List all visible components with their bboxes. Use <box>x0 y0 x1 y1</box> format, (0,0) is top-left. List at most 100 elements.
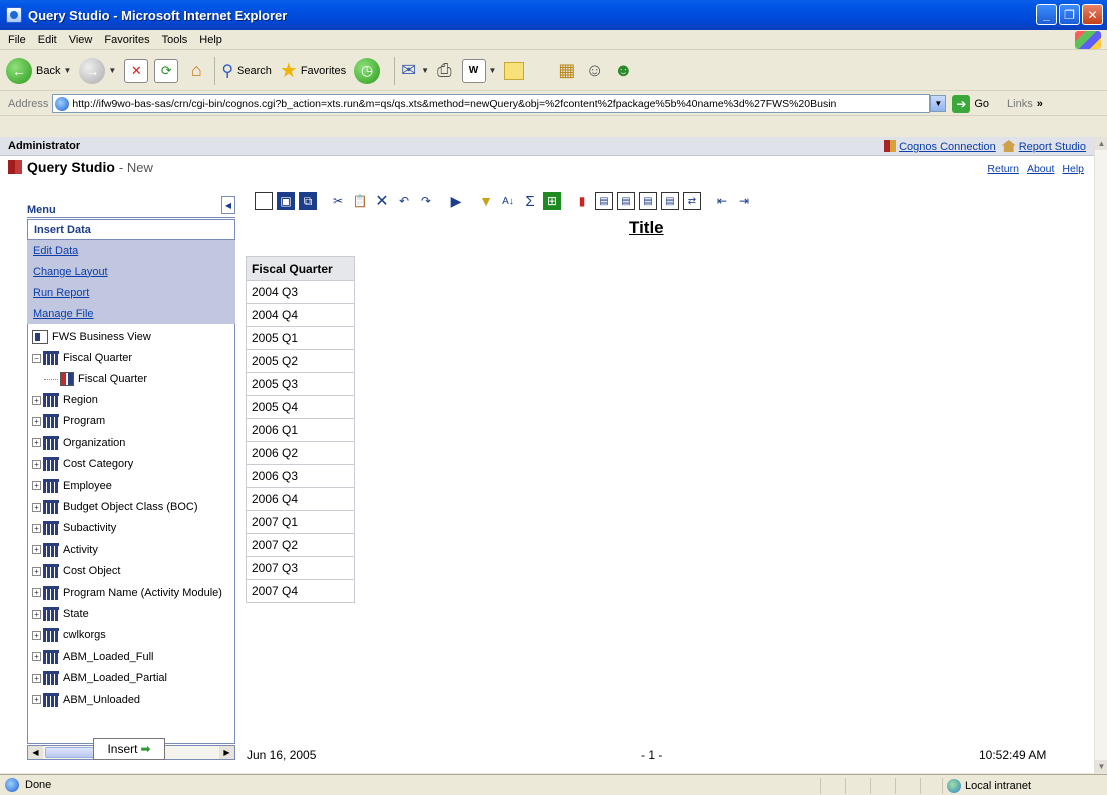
tree-root[interactable]: FWS Business View <box>32 327 151 347</box>
chart-icon[interactable]: ▮ <box>573 192 591 210</box>
address-input[interactable]: http://ifw9wo-bas-sas/crn/cgi-bin/cognos… <box>52 94 931 113</box>
tree-item-fiscal-quarter-level[interactable]: Fiscal Quarter <box>44 369 147 389</box>
refresh-icon[interactable]: ⟳ <box>154 58 179 83</box>
window-title-bar[interactable]: Query Studio - Microsoft Internet Explor… <box>0 0 1107 30</box>
chevron-right-icon[interactable]: » <box>1037 98 1043 110</box>
table-cell[interactable]: 2007 Q2 <box>246 533 355 557</box>
scroll-down-icon[interactable]: ▼ <box>1095 760 1107 773</box>
calculate-icon[interactable]: ⊞ <box>543 192 561 210</box>
expand-icon[interactable]: + <box>32 481 41 491</box>
about-link[interactable]: About <box>1027 163 1054 175</box>
tree-item[interactable]: + Program Name (Activity Module) <box>32 583 222 603</box>
report-studio-link[interactable]: Report Studio <box>1001 140 1086 153</box>
table-cell[interactable]: 2007 Q1 <box>246 510 355 534</box>
tree-item[interactable]: + Program <box>32 411 105 431</box>
scroll-left-icon[interactable]: ◀ <box>28 746 43 759</box>
column-header-fiscal-quarter[interactable]: Fiscal Quarter <box>246 256 355 281</box>
tree-item[interactable]: + Cost Object <box>32 561 120 581</box>
undo-icon[interactable]: ↶ <box>395 192 413 210</box>
expand-icon[interactable]: + <box>32 566 41 576</box>
edit-word-icon[interactable]: W <box>461 58 486 83</box>
print-icon[interactable]: ⎙ <box>437 60 451 81</box>
table-cell[interactable]: 2005 Q1 <box>246 326 355 350</box>
save-as-icon[interactable]: ⧉ <box>299 192 317 210</box>
table-cell[interactable]: 2005 Q2 <box>246 349 355 373</box>
summarize-icon[interactable]: Σ <box>521 192 539 210</box>
menu-favorites[interactable]: Favorites <box>104 34 149 46</box>
expand-icon[interactable]: + <box>32 630 41 640</box>
expand-icon[interactable]: + <box>32 502 41 512</box>
save-icon[interactable]: ▣ <box>277 192 295 210</box>
pivot-icon[interactable]: ⇄ <box>683 192 701 210</box>
table-cell[interactable]: 2006 Q2 <box>246 441 355 465</box>
tree-item[interactable]: + ABM_Loaded_Full <box>32 647 154 667</box>
tree-item[interactable]: + ABM_Unloaded <box>32 690 140 710</box>
expand-icon[interactable]: + <box>32 545 41 555</box>
tree-item[interactable]: + ABM_Loaded_Partial <box>32 668 167 688</box>
table-cell[interactable]: 2004 Q3 <box>246 280 355 304</box>
tree-item[interactable]: + cwlkorgs <box>32 625 106 645</box>
table-cell[interactable]: 2007 Q3 <box>246 556 355 580</box>
menu-view[interactable]: View <box>69 34 93 46</box>
expand-icon[interactable]: + <box>32 395 41 405</box>
menu-item-insert-data[interactable]: Insert Data <box>27 219 235 240</box>
maximize-button[interactable]: ❐ <box>1059 4 1080 25</box>
table-cell[interactable]: 2006 Q1 <box>246 418 355 442</box>
cognos-connection-link[interactable]: Cognos Connection <box>884 140 996 153</box>
create-sections-icon[interactable]: ▤ <box>639 192 657 210</box>
minimize-button[interactable]: _ <box>1036 4 1057 25</box>
tree-item[interactable]: + Cost Category <box>32 454 133 474</box>
new-report-icon[interactable] <box>255 192 273 210</box>
go-button[interactable]: Go <box>974 98 989 110</box>
contacts-icon[interactable]: ☻ <box>614 60 633 81</box>
expand-icon[interactable]: + <box>32 523 41 533</box>
mail-icon[interactable]: ✉ <box>401 60 416 81</box>
menu-tools[interactable]: Tools <box>162 34 188 46</box>
address-dropdown-button[interactable]: ▼ <box>930 95 947 112</box>
menu-item-manage-file[interactable]: Manage File <box>27 303 235 324</box>
scroll-up-icon[interactable]: ▲ <box>1095 137 1107 150</box>
research-icon[interactable]: ▦ <box>558 60 575 81</box>
menu-file[interactable]: File <box>8 34 26 46</box>
expand-icon[interactable]: + <box>32 438 41 448</box>
filter-icon[interactable]: ▼ <box>477 192 495 210</box>
menu-item-change-layout[interactable]: Change Layout <box>27 261 235 282</box>
scroll-right-icon[interactable]: ▶ <box>219 746 234 759</box>
table-cell[interactable]: 2006 Q3 <box>246 464 355 488</box>
home-icon[interactable]: ⌂ <box>184 59 208 83</box>
tree-item[interactable]: + Organization <box>32 433 125 453</box>
page-vertical-scrollbar[interactable]: ▲ ▼ <box>1094 137 1107 773</box>
tree-item[interactable]: + Activity <box>32 540 98 560</box>
section-icon[interactable]: ▤ <box>617 192 635 210</box>
tree-item[interactable]: + Employee <box>32 476 112 496</box>
discuss-icon[interactable] <box>504 61 525 80</box>
insert-button[interactable]: Insert ➡ <box>93 738 165 760</box>
close-button[interactable]: ✕ <box>1082 4 1103 25</box>
tree-item-fiscal-quarter-dimension[interactable]: − Fiscal Quarter <box>32 348 132 368</box>
run-report-icon[interactable]: ▶ <box>447 192 465 210</box>
menu-edit[interactable]: Edit <box>38 34 57 46</box>
collapse-menu-button[interactable]: ◀ <box>221 196 235 214</box>
expand-icon[interactable]: + <box>32 609 41 619</box>
table-cell[interactable]: 2007 Q4 <box>246 579 355 603</box>
forward-button[interactable]: → ▼ <box>79 57 116 84</box>
search-button[interactable]: ⚲ Search <box>221 61 272 81</box>
go-arrow-icon[interactable]: ➔ <box>952 94 971 113</box>
favorites-button[interactable]: ★ Favorites <box>280 58 346 83</box>
menu-help[interactable]: Help <box>199 34 222 46</box>
redo-icon[interactable]: ↷ <box>417 192 435 210</box>
delete-icon[interactable]: ✕ <box>373 192 391 210</box>
media-icon[interactable]: ◷ <box>354 57 381 84</box>
expand-icon[interactable]: + <box>32 673 41 683</box>
table-cell[interactable]: 2004 Q4 <box>246 303 355 327</box>
report-title[interactable]: Title <box>629 218 664 238</box>
sort-icon[interactable]: A↓ <box>499 192 517 210</box>
expand-icon[interactable]: + <box>32 695 41 705</box>
collapse-group-icon[interactable]: ▤ <box>661 192 679 210</box>
table-cell[interactable]: 2005 Q4 <box>246 395 355 419</box>
tree-item[interactable]: + State <box>32 604 89 624</box>
group-icon[interactable]: ▤ <box>595 192 613 210</box>
expand-icon[interactable]: + <box>32 588 41 598</box>
collapse-icon[interactable]: − <box>32 353 41 363</box>
cut-icon[interactable]: ✂ <box>329 192 347 210</box>
